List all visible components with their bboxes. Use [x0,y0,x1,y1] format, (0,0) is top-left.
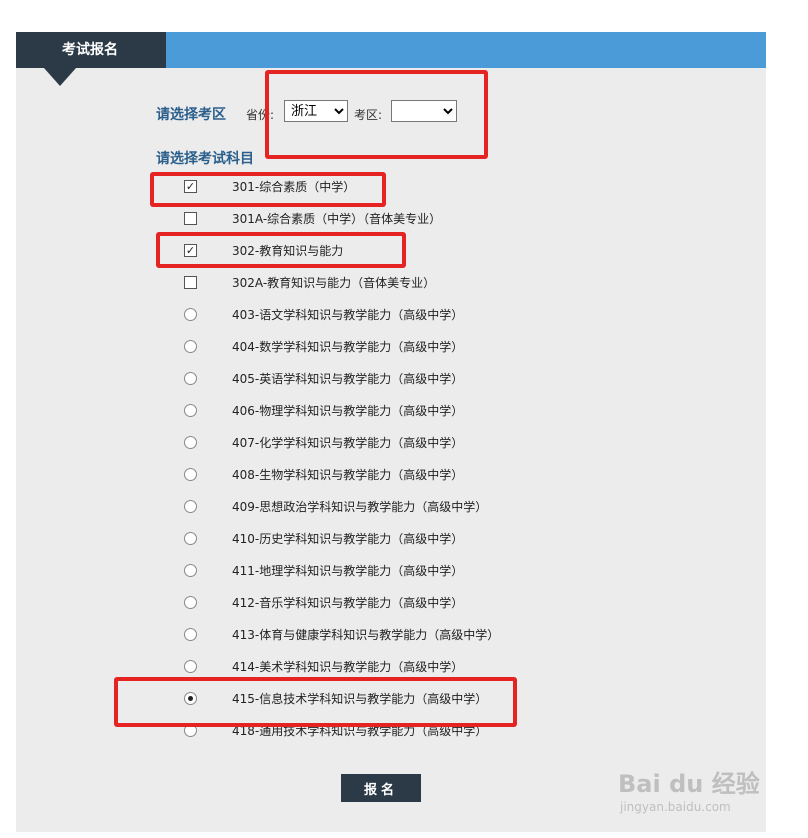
highlight-box-302 [156,232,406,268]
subject-row[interactable]: 411-地理学科知识与教学能力（高级中学） [16,556,766,588]
subject-label: 403-语文学科知识与教学能力（高级中学） [232,308,464,322]
highlight-box-region [265,70,488,159]
subject-label: 407-化学学科知识与教学能力（高级中学） [232,436,464,450]
subject-row[interactable]: 409-思想政治学科知识与教学能力（高级中学） [16,492,766,524]
subject-checkbox[interactable] [184,276,197,289]
highlight-box-415 [114,677,517,727]
subject-radio[interactable] [184,596,197,609]
subject-label: 410-历史学科知识与教学能力（高级中学） [232,532,464,546]
subject-radio[interactable] [184,340,197,353]
subject-label: 411-地理学科知识与教学能力（高级中学） [232,564,464,578]
subject-row[interactable]: 413-体育与健康学科知识与教学能力（高级中学） [16,620,766,652]
highlight-box-301 [150,172,386,207]
subject-radio[interactable] [184,468,197,481]
subject-checkbox[interactable] [184,212,197,225]
subject-row[interactable]: 403-语文学科知识与教学能力（高级中学） [16,300,766,332]
watermark-logo: Bai du 经验 [618,770,760,798]
subject-row[interactable]: 404-数学学科知识与教学能力（高级中学） [16,332,766,364]
tab-exam-registration[interactable]: 考试报名 [16,32,166,68]
subject-radio[interactable] [184,628,197,641]
subject-row[interactable]: 412-音乐学科知识与教学能力（高级中学） [16,588,766,620]
subject-label: 413-体育与健康学科知识与教学能力（高级中学） [232,628,500,642]
subject-label: 406-物理学科知识与教学能力（高级中学） [232,404,464,418]
subject-row[interactable]: 406-物理学科知识与教学能力（高级中学） [16,396,766,428]
subject-radio[interactable] [184,564,197,577]
subjects-section-label: 请选择考试科目 [156,151,254,167]
subject-label: 409-思想政治学科知识与教学能力（高级中学） [232,500,488,514]
subject-row[interactable]: ✓ 301-综合素质（中学） [16,172,766,204]
subject-label: 302A-教育知识与能力（音体美专业） [232,276,436,290]
subject-label: 412-音乐学科知识与教学能力（高级中学） [232,596,464,610]
subject-radio[interactable] [184,500,197,513]
subject-radio[interactable] [184,308,197,321]
subject-row[interactable]: 407-化学学科知识与教学能力（高级中学） [16,428,766,460]
watermark-url: jingyan.baidu.com [620,800,731,814]
region-section-label: 请选择考区 [156,107,226,123]
subject-radio[interactable] [184,404,197,417]
subject-label: 414-美术学科知识与教学能力（高级中学） [232,660,464,674]
subject-radio[interactable] [184,660,197,673]
subject-label: 301A-综合素质（中学）（音体美专业） [232,212,442,226]
subject-label: 408-生物学科知识与教学能力（高级中学） [232,468,464,482]
subject-radio[interactable] [184,372,197,385]
subject-row[interactable]: 410-历史学科知识与教学能力（高级中学） [16,524,766,556]
subject-label: 404-数学学科知识与教学能力（高级中学） [232,340,464,354]
register-button[interactable]: 报名 [341,774,421,802]
subject-radio[interactable] [184,436,197,449]
subject-row[interactable]: 408-生物学科知识与教学能力（高级中学） [16,460,766,492]
subject-label: 405-英语学科知识与教学能力（高级中学） [232,372,464,386]
subject-row[interactable]: 302A-教育知识与能力（音体美专业） [16,268,766,300]
subject-row[interactable]: 405-英语学科知识与教学能力（高级中学） [16,364,766,396]
tab-pointer-arrow [44,68,76,86]
subject-radio[interactable] [184,532,197,545]
